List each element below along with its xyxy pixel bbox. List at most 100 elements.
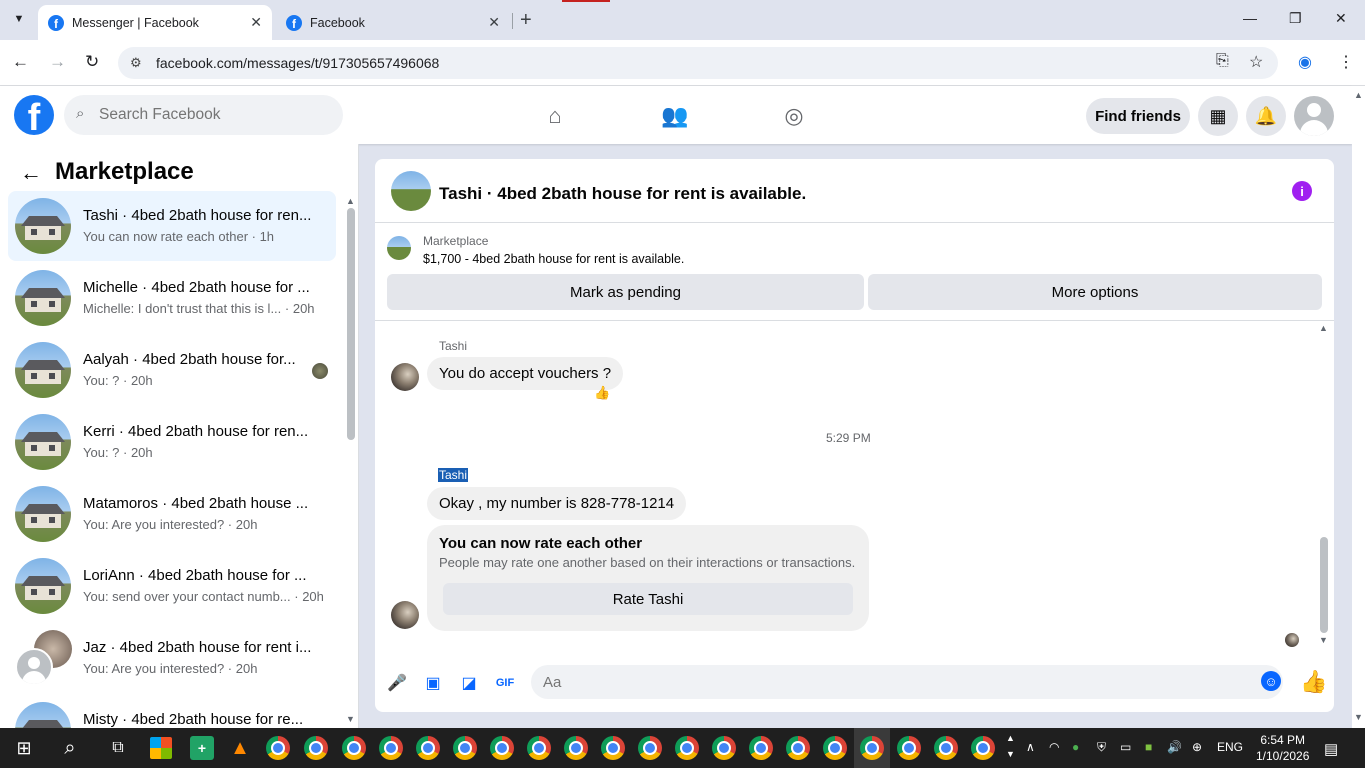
site-info-icon[interactable]: ⚙ (130, 55, 142, 71)
info-icon[interactable]: i (1292, 181, 1312, 201)
search-input[interactable] (64, 95, 343, 135)
chrome-icon[interactable] (971, 736, 995, 760)
emoji-icon[interactable]: ☺ (1261, 671, 1281, 691)
facebook-logo-icon[interactable]: f (14, 95, 54, 135)
scroll-up-arrow-icon[interactable]: ▲ (1354, 90, 1363, 100)
home-icon[interactable]: ⌂ (541, 102, 569, 130)
network-icon[interactable]: ◠ (1049, 740, 1059, 754)
sticker-icon[interactable]: ◪ (458, 672, 480, 694)
conversation-item[interactable]: Matamoros · 4bed 2bath house ... You: Ar… (8, 479, 336, 549)
chrome-icon[interactable] (379, 736, 403, 760)
tab-close-icon[interactable]: ✕ (488, 14, 500, 31)
tab-close-icon[interactable]: ✕ (250, 14, 262, 31)
chrome-icon[interactable] (823, 736, 847, 760)
mark-as-pending-button[interactable]: Mark as pending (387, 274, 864, 310)
conversation-item[interactable]: Kerri · 4bed 2bath house for ren... You:… (8, 407, 336, 477)
account-avatar[interactable] (1294, 96, 1334, 136)
minimize-icon[interactable]: — (1243, 10, 1257, 26)
notifications-bell-icon[interactable]: 🔔 (1246, 96, 1286, 136)
photo-icon[interactable]: ▣ (422, 672, 444, 694)
bookmark-star-icon[interactable]: ☆ (1249, 52, 1263, 72)
thumbs-up-send-icon[interactable]: 👍 (1300, 669, 1327, 695)
battery-icon[interactable]: ▭ (1120, 740, 1131, 754)
chrome-icon[interactable] (934, 736, 958, 760)
taskbar-scroll-arrows-icon[interactable]: ▲ ▼ (1006, 730, 1015, 762)
chrome-icon[interactable] (453, 736, 477, 760)
security-shield-icon[interactable]: ⛨ (1097, 740, 1106, 755)
friends-icon[interactable]: 👥 (661, 102, 689, 130)
scroll-down-arrow-icon[interactable]: ▼ (346, 714, 355, 724)
chrome-icon[interactable] (266, 736, 290, 760)
conversation-item[interactable]: LoriAnn · 4bed 2bath house for ... You: … (8, 551, 336, 621)
browser-menu-icon[interactable]: ⋮ (1338, 52, 1354, 72)
sender-avatar[interactable] (391, 601, 419, 629)
thumbs-up-reaction-icon[interactable]: 👍 (594, 385, 610, 401)
chrome-icon[interactable] (490, 736, 514, 760)
more-options-button[interactable]: More options (868, 274, 1322, 310)
sender-avatar[interactable] (391, 363, 419, 391)
scroll-down-arrow-icon[interactable]: ▼ (1319, 635, 1328, 645)
chrome-icon[interactable] (786, 736, 810, 760)
chrome-icon[interactable] (601, 736, 625, 760)
find-friends-button[interactable]: Find friends (1086, 98, 1190, 134)
chat-title[interactable]: Tashi · 4bed 2bath house for rent is ava… (439, 184, 806, 204)
task-view-icon[interactable]: ⧉ (106, 736, 130, 760)
vlc-icon[interactable]: ▲ (228, 736, 252, 760)
scroll-up-arrow-icon[interactable]: ▲ (1319, 323, 1328, 333)
back-icon[interactable]: ← (12, 52, 29, 72)
search-icon[interactable]: ⌕ (58, 736, 82, 760)
conversation-item[interactable]: Tashi · 4bed 2bath house for ren... You … (8, 191, 336, 261)
chrome-icon[interactable] (564, 736, 588, 760)
show-hidden-icons-icon[interactable]: ∧ (1026, 740, 1035, 754)
back-arrow-icon[interactable]: ← (20, 160, 42, 186)
rate-user-button[interactable]: Rate Tashi (443, 583, 853, 615)
microsoft-store-icon[interactable] (150, 737, 172, 759)
edge-app-icon[interactable]: ● (1072, 740, 1079, 754)
message-bubble[interactable]: Okay , my number is 828-778-1214 (427, 487, 687, 520)
chrome-icon[interactable] (416, 736, 440, 760)
chrome-icon[interactable] (675, 736, 699, 760)
sidebar-scrollbar-thumb[interactable] (347, 208, 355, 440)
scroll-down-arrow-icon[interactable]: ▼ (1354, 712, 1363, 722)
volume-icon[interactable]: 🔊 (1167, 740, 1182, 754)
reload-icon[interactable]: ↻ (85, 52, 99, 72)
input-language[interactable]: ENG (1217, 740, 1243, 754)
window-close-icon[interactable]: ✕ (1335, 10, 1347, 27)
conversation-item[interactable]: Aalyah · 4bed 2bath house for... You: ? … (8, 335, 336, 405)
new-tab-icon[interactable]: + (520, 9, 532, 32)
listing-description[interactable]: $1,700 - 4bed 2bath house for rent is av… (423, 252, 684, 266)
chrome-icon[interactable] (304, 736, 328, 760)
chat-listing-avatar[interactable] (391, 171, 431, 211)
page-scrollbar[interactable]: ▲ ▼ (1352, 86, 1365, 728)
chrome-icon[interactable] (897, 736, 921, 760)
scroll-up-arrow-icon[interactable]: ▲ (346, 196, 355, 206)
install-app-icon[interactable]: ⎘ (1216, 52, 1229, 70)
chat-scrollbar-thumb[interactable] (1320, 537, 1328, 633)
message-input[interactable] (531, 665, 1283, 699)
groups-icon[interactable]: ◎ (780, 102, 808, 130)
chrome-icon[interactable] (712, 736, 736, 760)
microphone-icon[interactable]: 🎤 (386, 672, 408, 694)
tab-messenger[interactable]: f Messenger | Facebook ✕ (38, 5, 272, 40)
restore-icon[interactable]: ❐ (1289, 10, 1302, 27)
listing-small-thumbnail[interactable] (387, 236, 411, 260)
tab-facebook[interactable]: f Facebook ✕ (276, 5, 510, 40)
gif-icon[interactable]: GIF (494, 672, 516, 694)
app-tray-icon[interactable]: ■ (1145, 740, 1152, 754)
forward-icon[interactable]: → (49, 52, 66, 72)
conversation-item[interactable]: Misty · 4bed 2bath house for re... (8, 695, 336, 728)
conversation-item[interactable]: Michelle · 4bed 2bath house for ... Mich… (8, 263, 336, 333)
chrome-icon[interactable] (342, 736, 366, 760)
menu-grid-icon[interactable]: ▦ (1198, 96, 1238, 136)
notifications-center-icon[interactable]: ▤ (1324, 740, 1338, 758)
chrome-icon[interactable] (860, 736, 884, 760)
language-bar-icon[interactable]: ⊕ (1192, 740, 1202, 754)
conversation-item[interactable]: Jaz · 4bed 2bath house for rent i... You… (8, 623, 336, 693)
url-bar[interactable]: ⚙ facebook.com/messages/t/91730565749606… (118, 47, 1278, 79)
chrome-icon[interactable] (749, 736, 773, 760)
tab-search-chevron-icon[interactable]: ▼ (8, 8, 30, 30)
sheets-icon[interactable]: + (190, 736, 214, 760)
windows-start-icon[interactable]: ⊞ (12, 736, 36, 760)
chrome-icon[interactable] (638, 736, 662, 760)
clock[interactable]: 6:54 PM 1/10/2026 (1256, 732, 1309, 764)
